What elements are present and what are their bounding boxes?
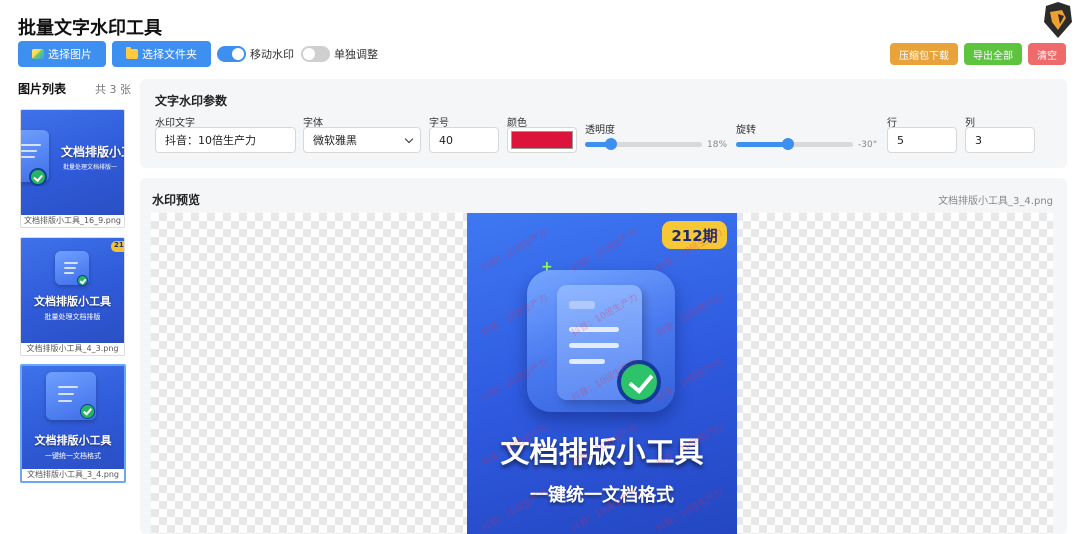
color-swatch <box>511 131 573 149</box>
single-adjust-toggle[interactable] <box>301 46 330 62</box>
list-item[interactable]: 212 文档排版小工具 批量处理文档排版 文档排版小工具_4_3.png <box>20 237 125 356</box>
opacity-slider-handle[interactable] <box>605 138 617 150</box>
check-icon <box>29 168 47 186</box>
action-buttons: 压缩包下载 导出全部 清空 <box>890 43 1066 65</box>
watermark-text-value: 抖音：10倍生产力 <box>165 134 256 147</box>
rotation-slider[interactable] <box>736 142 853 147</box>
opacity-value: 18% <box>707 140 728 150</box>
issue-badge: 212期 <box>662 221 727 249</box>
rotation-label: 旋转 <box>736 125 756 136</box>
toolbar: 选择图片 选择文件夹 移动水印 单独调整 <box>18 41 378 67</box>
thumbnail-badge: 212 <box>111 241 124 252</box>
select-folder-button[interactable]: 选择文件夹 <box>112 41 211 67</box>
rows-value: 5 <box>897 133 904 147</box>
export-all-button[interactable]: 导出全部 <box>964 43 1022 65</box>
select-images-button[interactable]: 选择图片 <box>18 41 106 67</box>
select-arrow-icon <box>404 134 414 144</box>
rotation-value: -30° <box>858 140 878 150</box>
thumbnail-image: 212 文档排版小工具 批量处理文档排版 <box>21 238 124 343</box>
rows-input[interactable]: 5 <box>887 127 957 153</box>
font-size-input[interactable]: 40 <box>429 127 499 153</box>
thumbnail-filename: 文档排版小工具_16_9.png <box>23 216 122 225</box>
thumbnail-subtitle: 批量处理文档排版 <box>44 313 101 321</box>
thumbnail-image: 文档排版小工具 一键统一文档格式 <box>22 366 124 469</box>
preview-title: 水印预览 <box>152 193 201 207</box>
thumbnail-image: 文档排版小工 批量处理文档排版一 <box>21 110 124 215</box>
toggle-knob <box>232 48 244 60</box>
thumbnail-title: 文档排版小工具 <box>34 434 112 447</box>
toggle-knob <box>303 48 315 60</box>
watermark-text-input[interactable]: 抖音：10倍生产力 <box>155 127 296 153</box>
single-adjust-label: 单独调整 <box>334 48 378 61</box>
zip-download-button[interactable]: 压缩包下载 <box>890 43 958 65</box>
font-value: 微软雅黑 <box>313 134 357 147</box>
rotation-slider-handle[interactable] <box>782 138 794 150</box>
watermark-text: 抖音：10倍生产力 <box>570 227 640 274</box>
folder-icon <box>126 47 138 59</box>
poster-subtitle: 一键统一文档格式 <box>530 485 674 506</box>
cols-value: 3 <box>975 133 982 147</box>
move-watermark-label: 移动水印 <box>250 48 294 61</box>
check-icon <box>617 360 661 404</box>
move-watermark-toggle[interactable] <box>217 46 246 62</box>
watermark-text: 抖音：10倍生产力 <box>480 227 550 274</box>
image-list-title: 图片列表 <box>18 82 67 96</box>
preview-image[interactable]: 212期 + 文档排版小工具 一键统一文档格式 抖音：10倍生产力 抖音：10倍… <box>467 213 737 534</box>
list-item[interactable]: 文档排版小工 批量处理文档排版一 文档排版小工具_16_9.png <box>20 109 125 228</box>
preview-panel: 水印预览 文档排版小工具_3_4.png 212期 + 文档排版小工具 一键统一… <box>140 178 1067 534</box>
thumbnail-subtitle: 批量处理文档排版一 <box>63 164 118 171</box>
logo-icon <box>1044 2 1072 38</box>
check-icon <box>80 404 95 419</box>
check-icon <box>77 275 88 286</box>
rotation-slider-fill <box>736 142 789 147</box>
app-title: 批量文字水印工具 <box>18 18 162 39</box>
poster-title: 文档排版小工具 <box>500 435 704 469</box>
font-select[interactable]: 微软雅黑 <box>303 127 421 153</box>
image-list-count: 共 3 张 <box>95 83 131 96</box>
cols-input[interactable]: 3 <box>965 127 1035 153</box>
select-folder-label: 选择文件夹 <box>142 48 197 61</box>
thumbnail-filename: 文档排版小工具_4_3.png <box>26 344 119 353</box>
thumbnail-title: 文档排版小工具 <box>34 295 111 308</box>
thumbnail-title: 文档排版小工 <box>61 145 124 159</box>
thumbnail-filename: 文档排版小工具_3_4.png <box>27 470 119 479</box>
preview-canvas[interactable]: 212期 + 文档排版小工具 一键统一文档格式 抖音：10倍生产力 抖音：10倍… <box>151 213 1053 534</box>
preview-filename: 文档排版小工具_3_4.png <box>938 196 1053 207</box>
thumbnail-subtitle: 一键统一文档格式 <box>45 452 101 460</box>
color-picker[interactable] <box>507 127 577 153</box>
opacity-slider[interactable] <box>585 142 702 147</box>
opacity-label: 透明度 <box>585 125 615 136</box>
image-icon <box>32 49 44 59</box>
select-images-label: 选择图片 <box>48 48 92 61</box>
list-item[interactable]: 文档排版小工具 一键统一文档格式 文档排版小工具_3_4.png <box>20 364 126 483</box>
watermark-params-panel: 文字水印参数 水印文字 抖音：10倍生产力 字体 微软雅黑 字号 40 颜色 透… <box>140 79 1067 168</box>
font-size-value: 40 <box>439 133 453 147</box>
clear-button[interactable]: 清空 <box>1028 43 1066 65</box>
params-title: 文字水印参数 <box>155 94 228 108</box>
